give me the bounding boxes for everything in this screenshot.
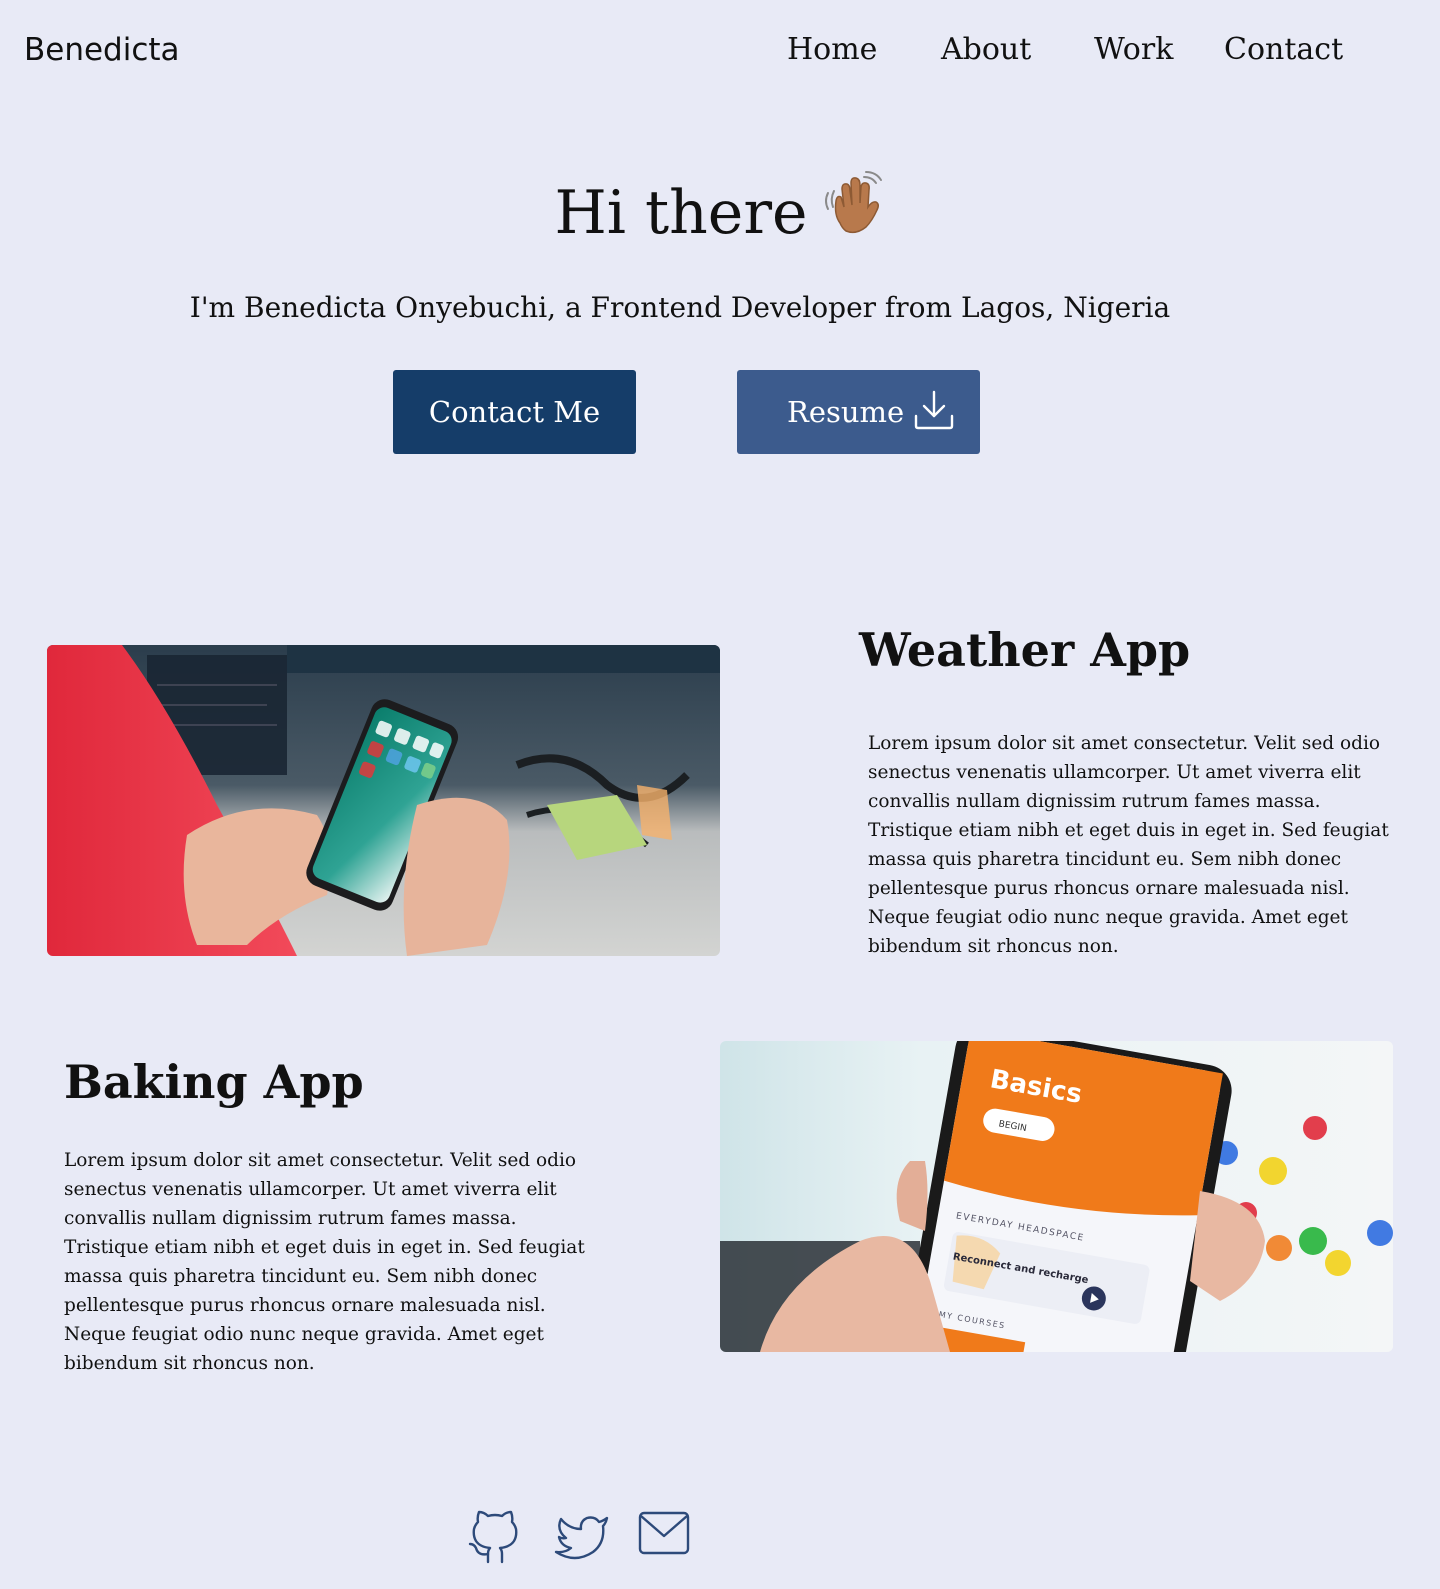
hero-heading: Hi there bbox=[0, 168, 1440, 262]
nav-home[interactable]: Home bbox=[787, 28, 877, 72]
hero-intro: I'm Benedicta Onyebuchi, a Frontend Deve… bbox=[189, 291, 1171, 324]
resume-button[interactable]: Resume bbox=[737, 370, 980, 454]
waving-hand-icon bbox=[820, 171, 886, 262]
download-icon bbox=[912, 388, 956, 439]
contact-me-button[interactable]: Contact Me bbox=[393, 370, 636, 454]
contact-me-label: Contact Me bbox=[428, 395, 601, 429]
project-description: Lorem ipsum dolor sit amet consectetur. … bbox=[64, 1150, 585, 1374]
nav-contact[interactable]: Contact bbox=[1224, 28, 1343, 72]
github-icon[interactable] bbox=[466, 1508, 524, 1570]
project-title: Weather App bbox=[859, 623, 1191, 677]
nav-about[interactable]: About bbox=[941, 28, 1031, 72]
hero-greeting: Hi there bbox=[554, 178, 808, 248]
project-description: Lorem ipsum dolor sit amet consectetur. … bbox=[868, 733, 1389, 957]
social-links bbox=[0, 1508, 1440, 1568]
twitter-icon[interactable] bbox=[553, 1508, 611, 1570]
main-nav: Home About Work Contact bbox=[0, 28, 1440, 72]
baking-app-image: Basics BEGIN EVERYDAY HEADSPACE Reconnec… bbox=[720, 1041, 1393, 1352]
project-title: Baking App bbox=[64, 1055, 364, 1109]
nav-work[interactable]: Work bbox=[1094, 28, 1173, 72]
mail-icon[interactable] bbox=[637, 1508, 691, 1562]
resume-label: Resume bbox=[787, 395, 905, 429]
weather-app-image bbox=[47, 645, 720, 956]
